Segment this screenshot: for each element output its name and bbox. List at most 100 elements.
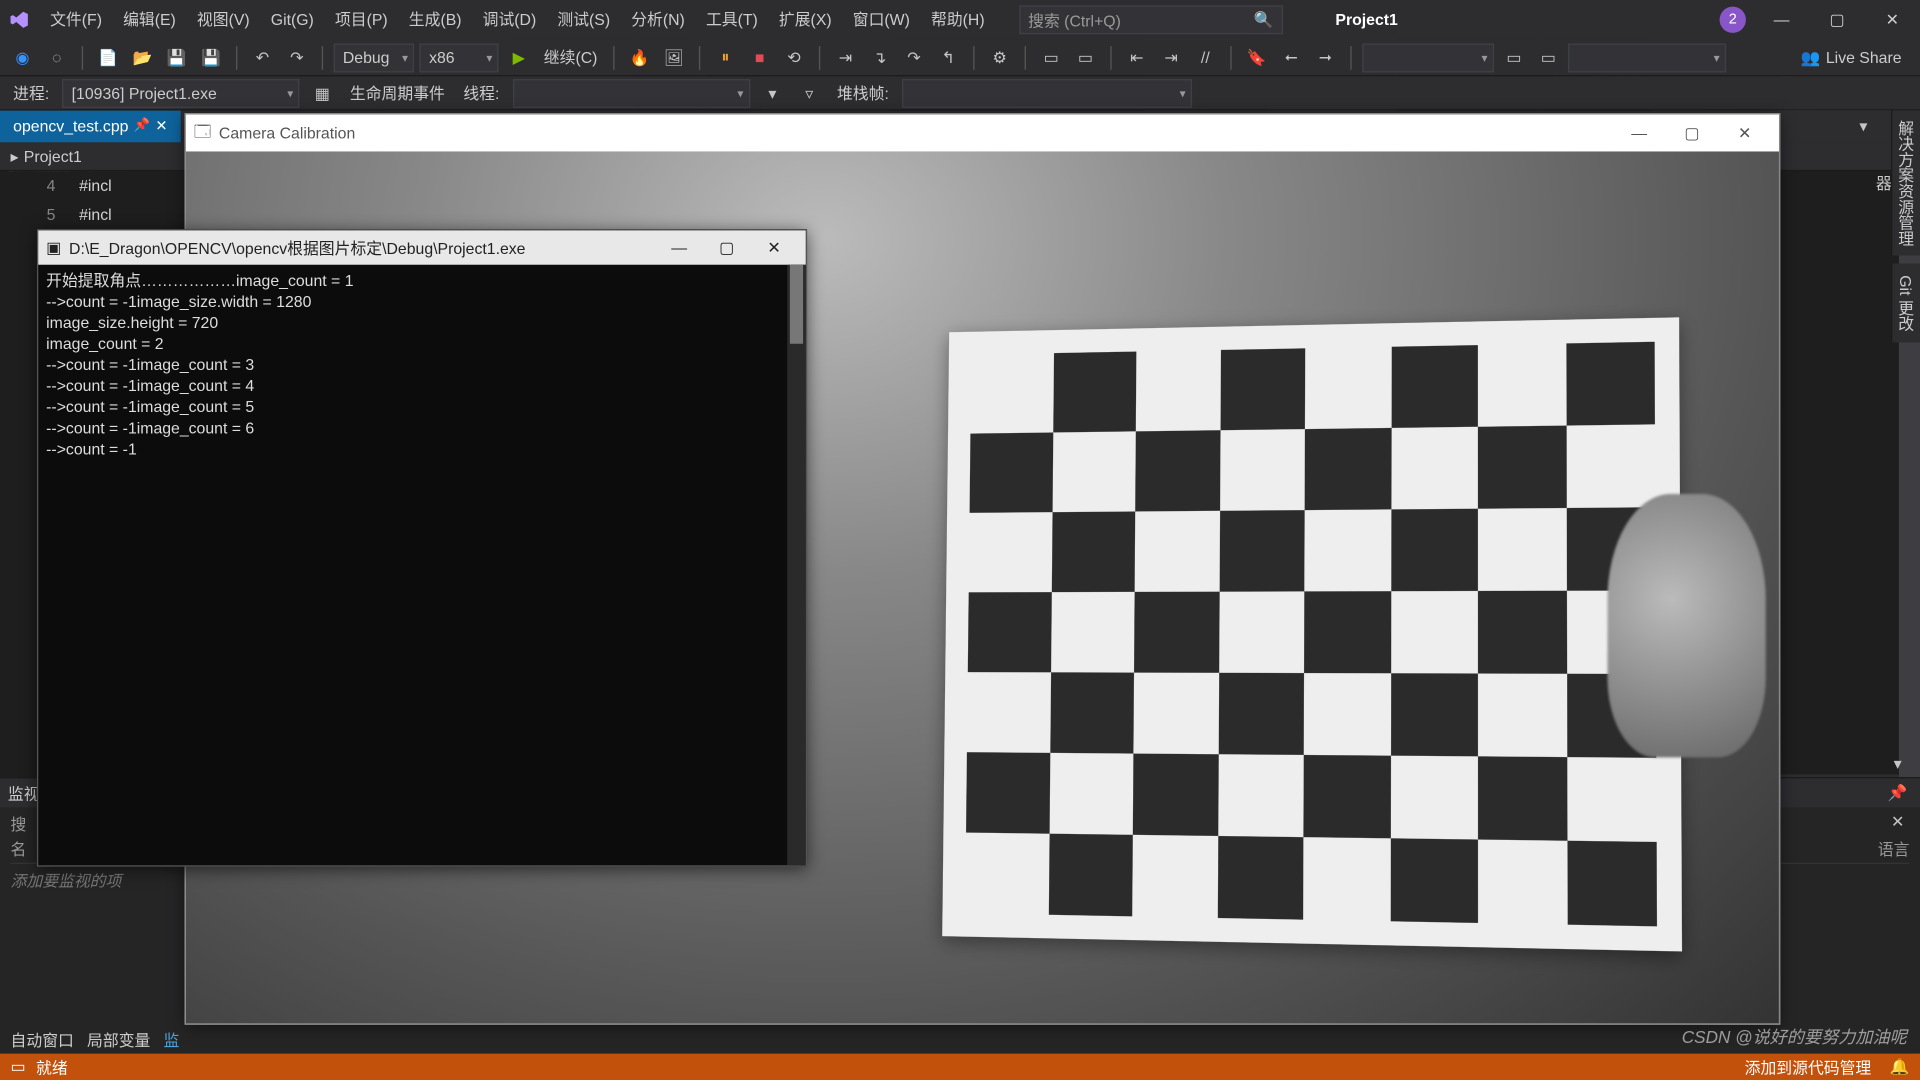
hot-reload-icon[interactable]: 🔥	[625, 43, 654, 72]
stackframe-combo[interactable]	[902, 78, 1192, 107]
con-minimize-button[interactable]: ―	[655, 238, 702, 256]
layout-a-icon[interactable]: ▭	[1037, 43, 1066, 72]
menu-item[interactable]: Git(G)	[260, 0, 324, 40]
status-source-control[interactable]: 添加到源代码管理	[1745, 1056, 1872, 1078]
main-toolbar: ◉ ◌ 📄 📂 💾 💾 ↶ ↷ Debug x86 ▶ 继续(C) 🔥 🖼 ⏸ …	[0, 40, 1920, 77]
title-bar: 文件(F)编辑(E)视图(V)Git(G)项目(P)生成(B)调试(D)测试(S…	[0, 0, 1920, 40]
indent-right-icon[interactable]: ⇥	[1157, 43, 1186, 72]
win-b-icon[interactable]: ▭	[1534, 43, 1563, 72]
new-item-icon[interactable]: 📄	[94, 43, 123, 72]
step-over-icon[interactable]: ↷	[899, 43, 928, 72]
nav-fwd-icon[interactable]: ◌	[42, 43, 71, 72]
tab-dropdown-icon[interactable]: ▾	[1849, 112, 1878, 141]
live-share-button[interactable]: 👥 Live Share	[1790, 48, 1912, 66]
filter2-icon[interactable]: ▿	[795, 78, 824, 107]
crumb-project[interactable]: Project1	[24, 147, 82, 165]
console-window[interactable]: ▣ D:\E_Dragon\OPENCV\opencv根据图片标定\Debug\…	[37, 229, 807, 866]
menu-item[interactable]: 工具(T)	[695, 0, 768, 40]
platform-combo[interactable]: x86	[420, 43, 499, 72]
stop-icon[interactable]: ■	[745, 43, 774, 72]
indent-left-icon[interactable]: ⇤	[1122, 43, 1151, 72]
git-changes-tab[interactable]: Git 更改	[1891, 263, 1920, 342]
status-ready: 就绪	[36, 1056, 68, 1078]
camera-window-title: Camera Calibration	[219, 124, 355, 142]
search-input[interactable]: 搜索 (Ctrl+Q) 🔍	[1019, 5, 1283, 34]
menu-item[interactable]: 生成(B)	[398, 0, 472, 40]
camera-window-titlebar[interactable]: 🗔 Camera Calibration ― ▢ ✕	[186, 115, 1779, 152]
cam-minimize-button[interactable]: ―	[1613, 124, 1666, 142]
tool-icon[interactable]: ⚙	[985, 43, 1014, 72]
continue-icon[interactable]: ▶	[504, 43, 533, 72]
watermark-text: CSDN @说好的要努力加油呢	[1682, 1023, 1907, 1048]
config-combo[interactable]: Debug	[334, 43, 415, 72]
panel-pin-icon[interactable]: 📌	[1883, 778, 1912, 807]
lifecycle-icon[interactable]: ▦	[308, 78, 337, 107]
next-bm-icon[interactable]: ⭢	[1311, 43, 1340, 72]
pause-icon[interactable]: ⏸	[711, 43, 740, 72]
thread-combo[interactable]	[513, 78, 750, 107]
win-a-icon[interactable]: ▭	[1499, 43, 1528, 72]
redo-icon[interactable]: ↷	[282, 43, 311, 72]
crumb-icon: ▸	[11, 147, 19, 165]
menu-item[interactable]: 分析(N)	[621, 0, 696, 40]
menu-item[interactable]: 扩展(X)	[768, 0, 842, 40]
undo-icon[interactable]: ↶	[248, 43, 277, 72]
pin-icon[interactable]: 📌	[134, 111, 150, 143]
comment-icon[interactable]: //	[1191, 43, 1220, 72]
search-placeholder: 搜索 (Ctrl+Q)	[1028, 9, 1121, 31]
menu-item[interactable]: 文件(F)	[40, 0, 113, 40]
menu-item[interactable]: 编辑(E)	[113, 0, 187, 40]
member-combo[interactable]	[1568, 43, 1726, 72]
screenshot-icon[interactable]: 🖼	[659, 43, 688, 72]
step-next-icon[interactable]: ⇥	[831, 43, 860, 72]
menu-item[interactable]: 项目(P)	[324, 0, 398, 40]
save-all-icon[interactable]: 💾	[196, 43, 225, 72]
search-icon: 🔍	[1254, 11, 1274, 29]
nav-back-icon[interactable]: ◉	[8, 43, 37, 72]
close-button[interactable]: ✕	[1873, 0, 1913, 40]
filter-icon[interactable]: ▾	[758, 78, 787, 107]
stackframe-label: 堆栈帧:	[832, 82, 894, 104]
cam-maximize-button[interactable]: ▢	[1665, 124, 1718, 142]
panel-dropdown-icon[interactable]: ▾	[1883, 749, 1912, 778]
solution-explorer-tab[interactable]: 解决方案资源管理器	[1891, 111, 1920, 256]
layout-b-icon[interactable]: ▭	[1071, 43, 1100, 72]
menu-item[interactable]: 测试(S)	[547, 0, 621, 40]
chessboard-pattern	[942, 317, 1682, 951]
console-titlebar[interactable]: ▣ D:\E_Dragon\OPENCV\opencv根据图片标定\Debug\…	[38, 230, 805, 264]
restart-icon[interactable]: ⟲	[779, 43, 808, 72]
con-maximize-button[interactable]: ▢	[703, 238, 750, 256]
status-bell-icon[interactable]: 🔔	[1890, 1058, 1910, 1076]
menu-item[interactable]: 视图(V)	[186, 0, 260, 40]
prev-bm-icon[interactable]: ⭠	[1277, 43, 1306, 72]
console-icon: ▣	[46, 238, 61, 256]
lifecycle-label: 生命周期事件	[345, 82, 451, 104]
minimize-button[interactable]: ―	[1762, 0, 1802, 40]
tab-close-icon[interactable]: ✕	[155, 111, 167, 143]
step-out-icon[interactable]: ↰	[934, 43, 963, 72]
cam-close-button[interactable]: ✕	[1718, 124, 1771, 142]
step-into-icon[interactable]: ↴	[865, 43, 894, 72]
bookmark-icon[interactable]: 🔖	[1242, 43, 1271, 72]
menu-item[interactable]: 调试(D)	[472, 0, 547, 40]
console-scrollbar[interactable]	[787, 265, 805, 866]
continue-label[interactable]: 继续(C)	[539, 46, 603, 68]
watch-col-lang[interactable]: 语言	[1878, 838, 1910, 860]
tab-locals[interactable]: 局部变量	[87, 1028, 150, 1050]
watch-col-name[interactable]: 名	[11, 838, 27, 860]
tab-opencv-test[interactable]: opencv_test.cpp 📌 ✕	[0, 111, 181, 143]
tab-watch[interactable]: 监	[164, 1028, 180, 1050]
console-output[interactable]: 开始提取角点………………image_count = 1 -->count = -…	[38, 265, 805, 866]
process-combo[interactable]: [10936] Project1.exe	[62, 78, 299, 107]
save-icon[interactable]: 💾	[162, 43, 191, 72]
panel-close-icon[interactable]: ✕	[1883, 807, 1912, 836]
notification-badge[interactable]: 2	[1720, 7, 1746, 33]
con-close-button[interactable]: ✕	[750, 238, 797, 256]
menu-item[interactable]: 帮助(H)	[920, 0, 995, 40]
process-label: 进程:	[8, 82, 55, 104]
scope-combo[interactable]	[1362, 43, 1494, 72]
open-icon[interactable]: 📂	[128, 43, 157, 72]
menu-item[interactable]: 窗口(W)	[842, 0, 920, 40]
maximize-button[interactable]: ▢	[1817, 0, 1857, 40]
tab-autos[interactable]: 自动窗口	[11, 1028, 74, 1050]
